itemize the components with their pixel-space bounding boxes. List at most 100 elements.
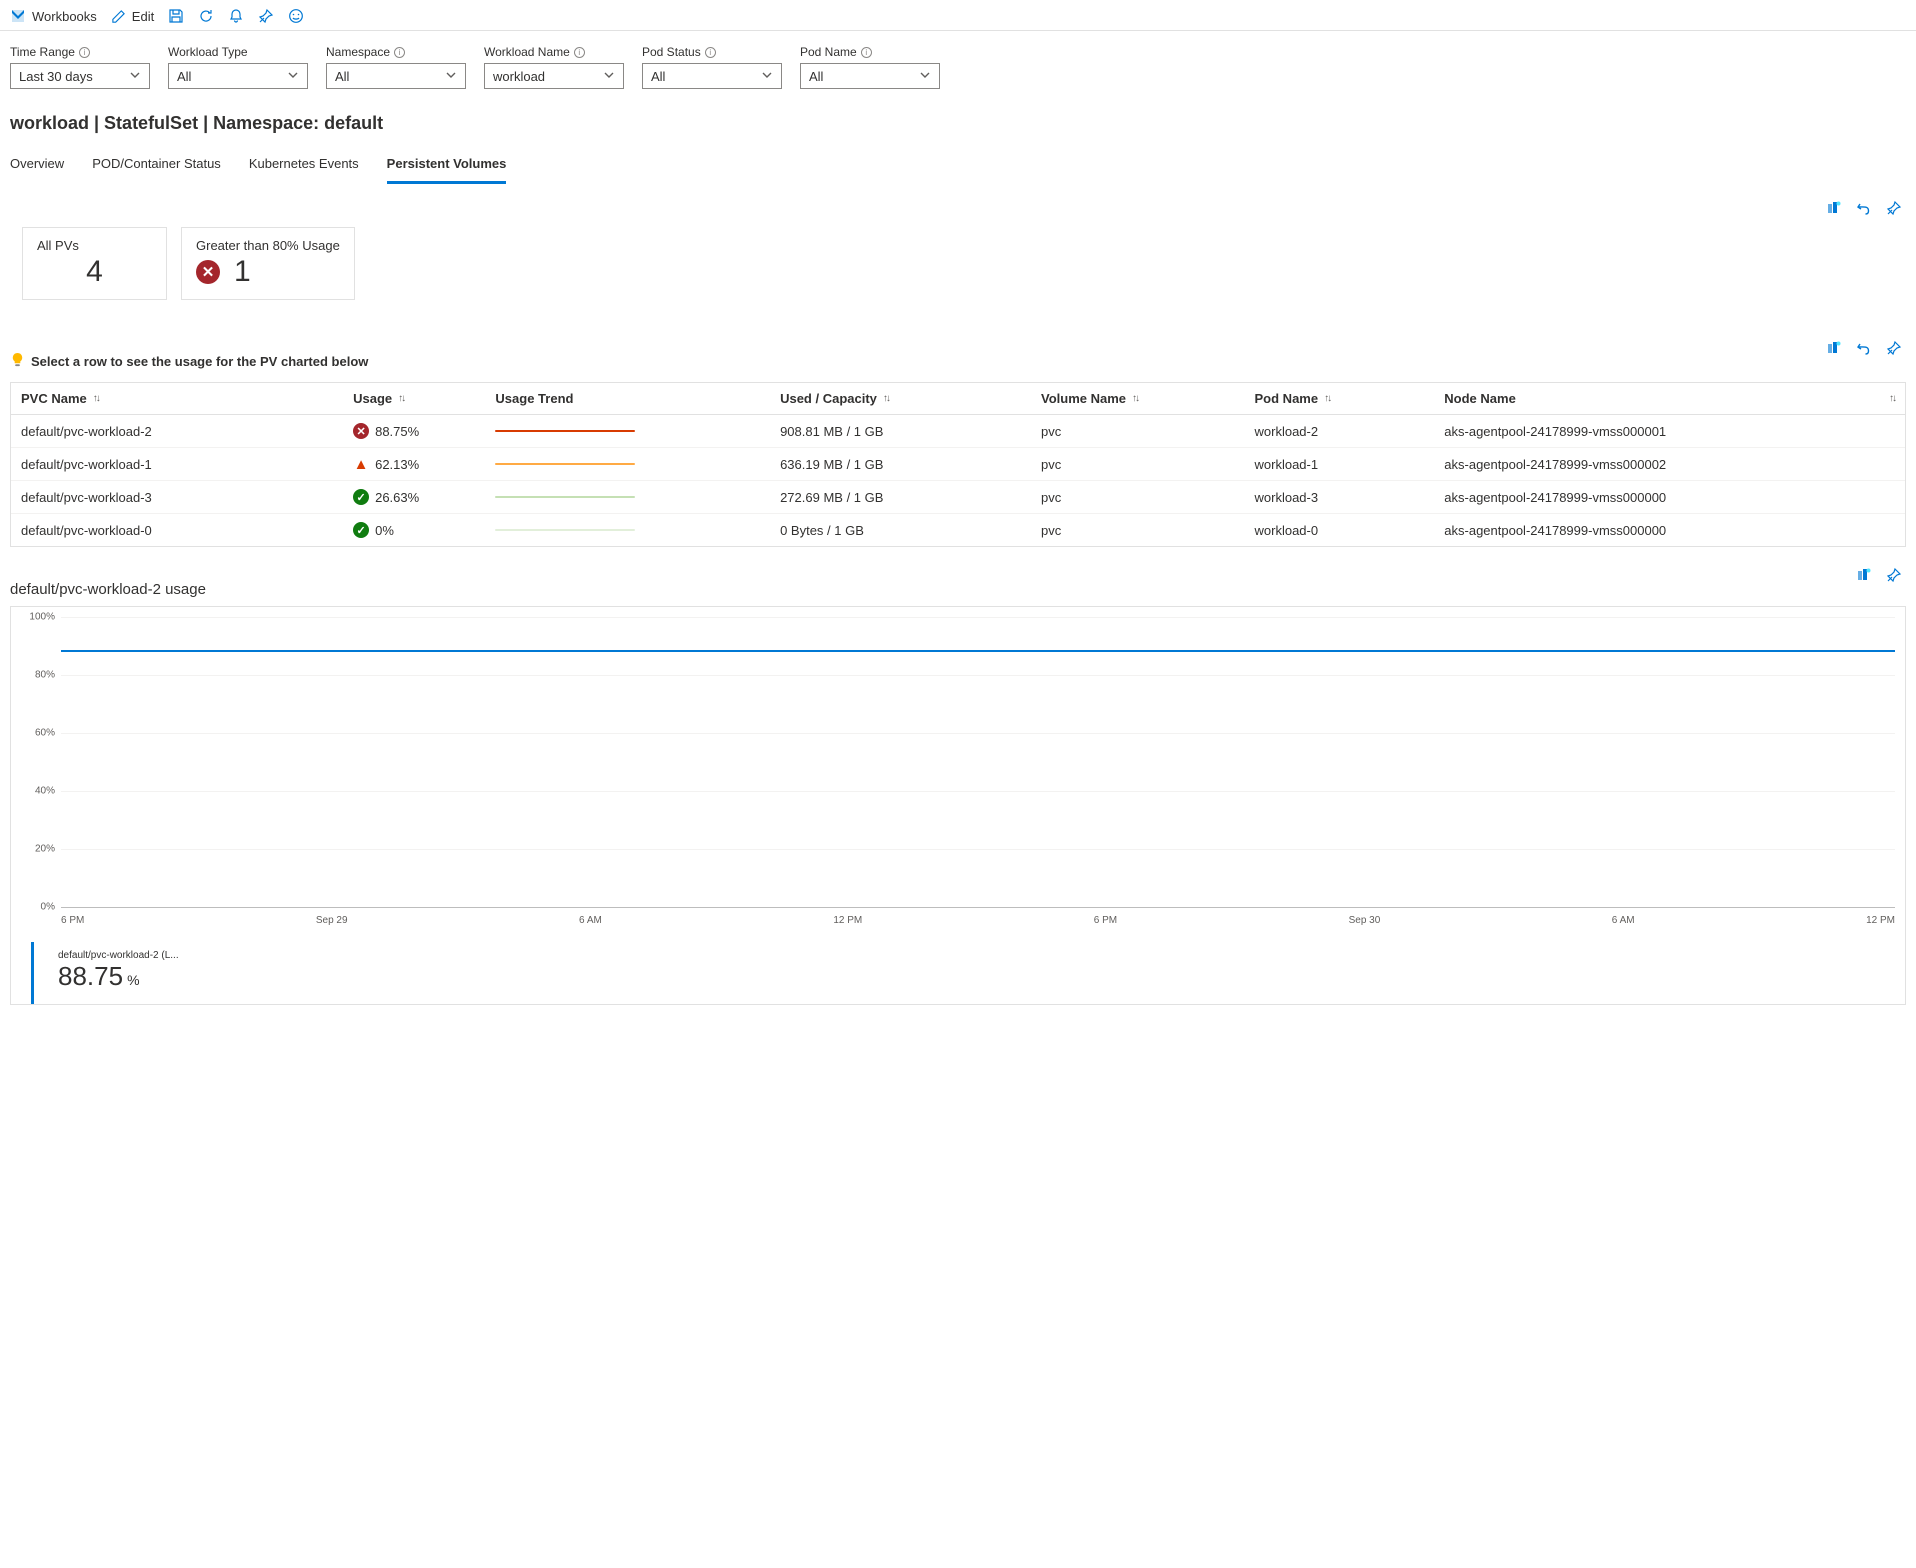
cell-usage: ✕88.75%	[353, 423, 495, 439]
pin-icon[interactable]	[258, 8, 274, 24]
info-icon[interactable]: i	[394, 47, 405, 58]
workload-name-dropdown[interactable]: workload	[484, 63, 624, 89]
table-row[interactable]: default/pvc-workload-1▲62.13%636.19 MB /…	[11, 448, 1905, 481]
trend-sparkline	[495, 529, 635, 531]
log-analytics-icon[interactable]	[1856, 567, 1872, 586]
trend-sparkline	[495, 463, 635, 465]
cell-usage-trend	[495, 529, 780, 531]
card-value: 1	[234, 255, 251, 289]
cell-usage-trend	[495, 430, 780, 432]
filter-time-range: Time Rangei Last 30 days	[10, 45, 150, 89]
workload-type-dropdown[interactable]: All	[168, 63, 308, 89]
hint-row: Select a row to see the usage for the PV…	[0, 316, 1916, 382]
y-axis-label: 40%	[21, 786, 55, 797]
filter-namespace: Namespace i All	[326, 45, 466, 89]
cell-volume-name: pvc	[1041, 457, 1255, 472]
col-usage[interactable]: Usage↑↓	[353, 391, 495, 406]
log-analytics-icon[interactable]	[1826, 340, 1842, 359]
tab-overview[interactable]: Overview	[10, 150, 64, 184]
gridline	[61, 675, 1895, 676]
tab-bar: Overview POD/Container Status Kubernetes…	[0, 144, 1916, 184]
sort-icon: ↑↓	[93, 393, 99, 404]
pin-icon[interactable]	[1886, 200, 1902, 219]
refresh-icon[interactable]	[198, 8, 214, 24]
namespace-dropdown[interactable]: All	[326, 63, 466, 89]
pin-icon[interactable]	[1886, 340, 1902, 359]
card-label: All PVs	[37, 238, 152, 253]
info-icon[interactable]: i	[705, 47, 716, 58]
x-axis-label: 6 AM	[1612, 915, 1635, 926]
info-icon[interactable]: i	[79, 47, 90, 58]
col-volume-name[interactable]: Volume Name↑↓	[1041, 391, 1255, 406]
undo-icon[interactable]	[1856, 200, 1872, 219]
filter-workload-type: Workload Type All	[168, 45, 308, 89]
page-title: workload | StatefulSet | Namespace: defa…	[0, 99, 1916, 144]
chart-plot-area[interactable]: 100%80%60%40%20%0%	[61, 617, 1895, 907]
save-icon[interactable]	[168, 8, 184, 24]
status-icon: ▲	[353, 456, 369, 472]
pv-table: PVC Name↑↓ Usage↑↓ Usage Trend Used / Ca…	[10, 382, 1906, 547]
pod-status-dropdown[interactable]: All	[642, 63, 782, 89]
tab-persistent-volumes[interactable]: Persistent Volumes	[387, 150, 507, 184]
log-analytics-icon[interactable]	[1826, 200, 1842, 219]
chevron-down-icon	[603, 69, 615, 84]
time-range-dropdown[interactable]: Last 30 days	[10, 63, 150, 89]
help-icon[interactable]	[288, 8, 304, 24]
info-icon[interactable]: i	[861, 47, 872, 58]
x-axis-label: Sep 29	[316, 915, 348, 926]
hint-text-row: Select a row to see the usage for the PV…	[0, 316, 378, 382]
card-all-pvs[interactable]: All PVs 4	[22, 227, 167, 300]
col-pvc-name[interactable]: PVC Name↑↓	[21, 391, 353, 406]
cell-pod-name: workload-0	[1255, 523, 1445, 538]
info-icon[interactable]: i	[574, 47, 585, 58]
chart-summary-value: 88.75	[58, 961, 123, 992]
table-row[interactable]: default/pvc-workload-2✕88.75%908.81 MB /…	[11, 415, 1905, 448]
filter-label: Namespace	[326, 45, 390, 59]
filter-pod-name: Pod Name i All	[800, 45, 940, 89]
filter-label: Pod Status	[642, 45, 701, 59]
col-node-name[interactable]: Node Name↑↓	[1444, 391, 1895, 406]
sort-icon: ↑↓	[1132, 393, 1138, 404]
filter-bar: Time Rangei Last 30 days Workload Type A…	[0, 31, 1916, 99]
tab-pod-container-status[interactable]: POD/Container Status	[92, 150, 221, 184]
edit-button[interactable]: Edit	[111, 9, 154, 24]
chart-x-axis: 6 PMSep 296 AM12 PM6 PMSep 306 AM12 PM	[11, 907, 1905, 936]
cell-pod-name: workload-2	[1255, 424, 1445, 439]
col-used-capacity[interactable]: Used / Capacity↑↓	[780, 391, 1041, 406]
chart-summary-unit: %	[127, 972, 139, 988]
pin-icon[interactable]	[1886, 567, 1902, 586]
cell-used-capacity: 272.69 MB / 1 GB	[780, 490, 1041, 505]
x-axis-label: 12 PM	[1866, 915, 1895, 926]
col-usage-trend[interactable]: Usage Trend	[495, 391, 780, 406]
col-pod-name[interactable]: Pod Name↑↓	[1255, 391, 1445, 406]
tab-kubernetes-events[interactable]: Kubernetes Events	[249, 150, 359, 184]
chevron-down-icon	[287, 69, 299, 84]
card-gt80-usage[interactable]: Greater than 80% Usage ✕ 1	[181, 227, 355, 300]
x-axis-label: 12 PM	[833, 915, 862, 926]
cell-pvc-name: default/pvc-workload-0	[21, 523, 353, 538]
filter-label: Pod Name	[800, 45, 857, 59]
lightbulb-icon	[10, 352, 25, 370]
chart-actions	[1856, 567, 1902, 586]
chart-series-line	[61, 650, 1895, 652]
cell-node-name: aks-agentpool-24178999-vmss000001	[1444, 424, 1895, 439]
table-row[interactable]: default/pvc-workload-0✓0%0 Bytes / 1 GBp…	[11, 514, 1905, 546]
cell-pvc-name: default/pvc-workload-3	[21, 490, 353, 505]
chevron-down-icon	[129, 69, 141, 84]
table-row[interactable]: default/pvc-workload-3✓26.63%272.69 MB /…	[11, 481, 1905, 514]
gridline	[61, 849, 1895, 850]
y-axis-label: 60%	[21, 728, 55, 739]
cell-pod-name: workload-3	[1255, 490, 1445, 505]
sort-icon: ↑↓	[1889, 393, 1895, 404]
alert-icon[interactable]	[228, 8, 244, 24]
chart-summary: default/pvc-workload-2 (L... 88.75 %	[31, 942, 189, 1004]
cell-node-name: aks-agentpool-24178999-vmss000000	[1444, 490, 1895, 505]
undo-icon[interactable]	[1856, 340, 1872, 359]
status-icon: ✕	[353, 423, 369, 439]
edit-label: Edit	[132, 9, 154, 24]
cell-usage-trend	[495, 463, 780, 465]
workbook-icon	[10, 8, 26, 24]
chart-summary-label: default/pvc-workload-2 (L...	[58, 950, 179, 961]
workbooks-button[interactable]: Workbooks	[10, 8, 97, 24]
pod-name-dropdown[interactable]: All	[800, 63, 940, 89]
